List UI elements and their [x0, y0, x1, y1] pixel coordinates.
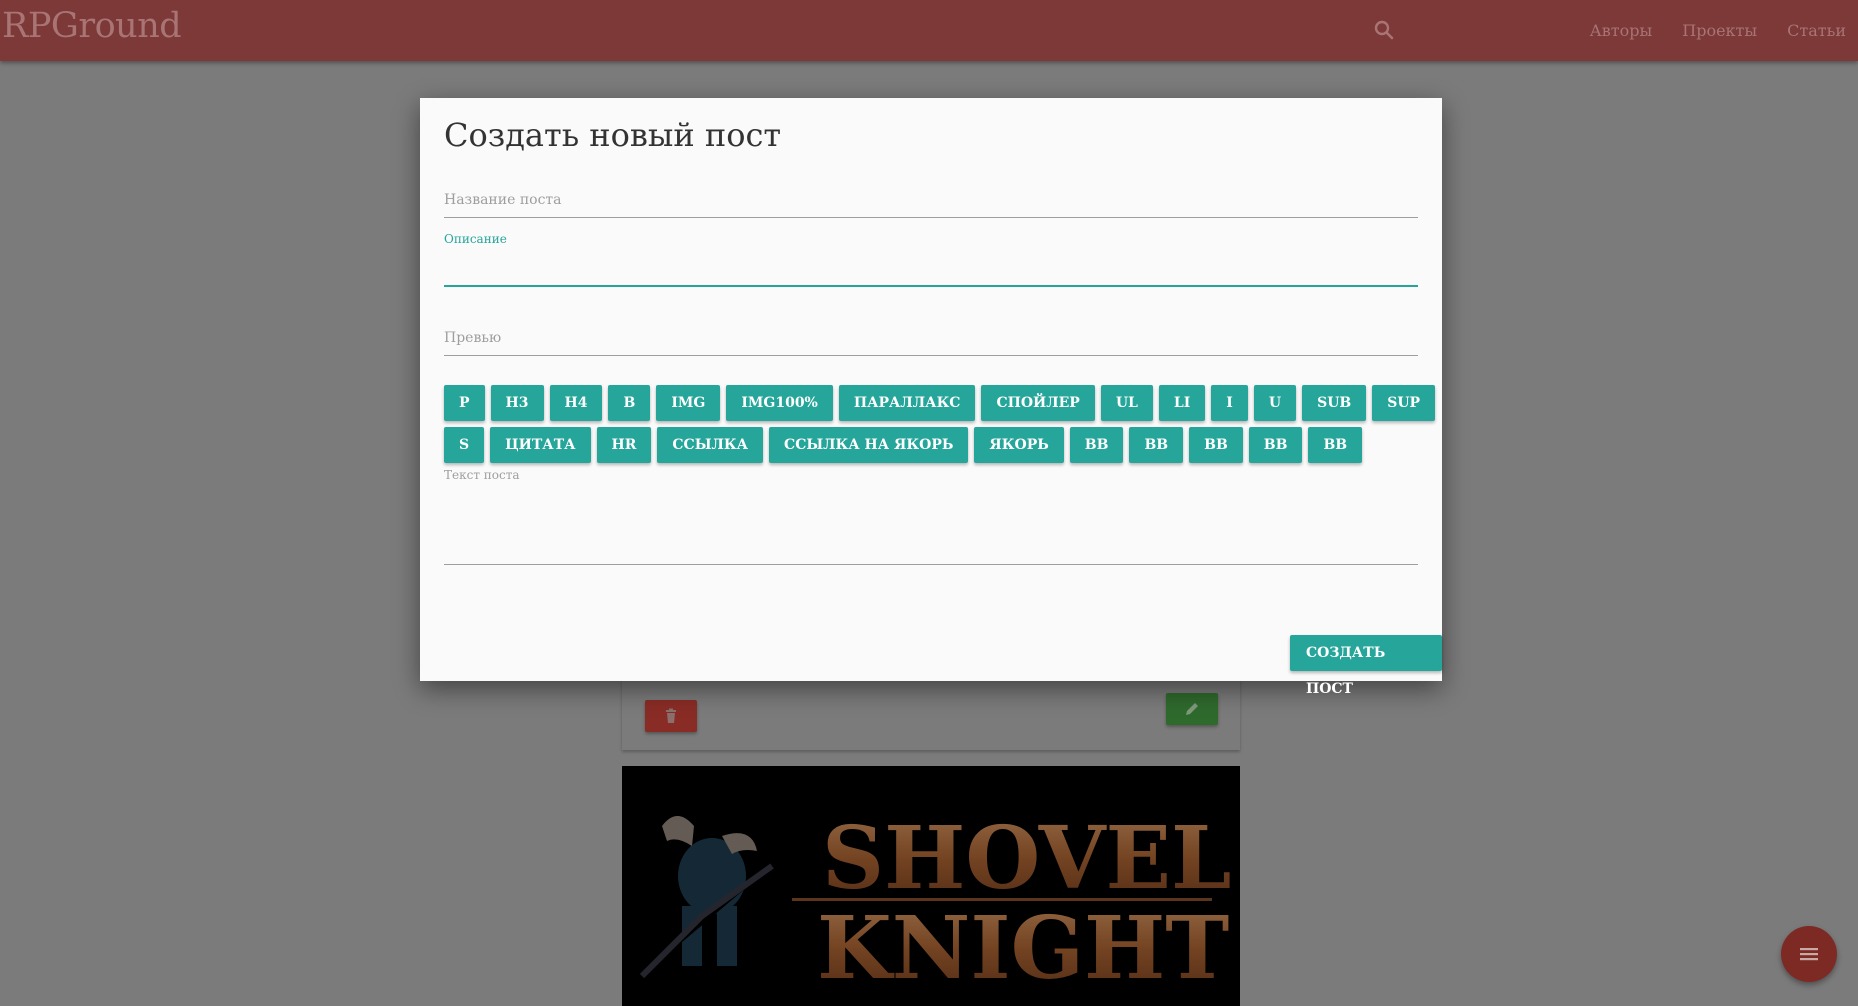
format-ul-button[interactable]: UL — [1100, 385, 1153, 421]
format-h4-button[interactable]: H4 — [549, 385, 603, 421]
format-bb-button[interactable]: BB — [1248, 427, 1303, 463]
format-spoiler-button[interactable]: СПОЙЛЕР — [981, 385, 1095, 421]
svg-text:SHOVEL: SHOVEL — [822, 808, 1232, 909]
search-icon[interactable] — [1372, 18, 1396, 42]
format-li-button[interactable]: LI — [1158, 385, 1206, 421]
format-bb-button[interactable]: BB — [1129, 427, 1184, 463]
shovel-knight-logo: SHOVEL KNIGHT — [622, 766, 1240, 1006]
preview-underline — [444, 355, 1418, 356]
toolbar-row-2: S ЦИТАТА HR ССЫЛКА ССЫЛКА НА ЯКОРЬ ЯКОРЬ… — [444, 427, 1424, 463]
format-anchor-link-button[interactable]: ССЫЛКА НА ЯКОРЬ — [769, 427, 969, 463]
post-title-underline — [444, 217, 1418, 218]
format-underline-button[interactable]: U — [1253, 385, 1297, 421]
nav-link-articles[interactable]: Статьи — [1787, 21, 1846, 40]
format-parallax-button[interactable]: ПАРАЛЛАКС — [838, 385, 976, 421]
format-hr-button[interactable]: HR — [596, 427, 652, 463]
post-cover-image[interactable]: SHOVEL KNIGHT — [622, 766, 1240, 1006]
post-body-label: Текст поста — [444, 468, 520, 482]
description-label: Описание — [444, 232, 507, 246]
format-bold-button[interactable]: B — [608, 385, 651, 421]
nav-link-projects[interactable]: Проекты — [1682, 21, 1757, 40]
create-post-modal: Создать новый пост Название поста Описан… — [420, 98, 1442, 697]
format-quote-button[interactable]: ЦИТАТА — [490, 427, 591, 463]
post-title-field[interactable]: Название поста — [444, 192, 1418, 218]
fab-menu-button[interactable] — [1781, 926, 1837, 982]
delete-post-button[interactable] — [645, 700, 697, 732]
format-strike-button[interactable]: S — [444, 427, 485, 463]
nav-link-authors[interactable]: Авторы — [1590, 21, 1653, 40]
pencil-icon — [1186, 703, 1198, 715]
preview-field[interactable]: Превью — [444, 330, 1418, 356]
post-title-label: Название поста — [444, 192, 562, 208]
format-anchor-button[interactable]: ЯКОРЬ — [974, 427, 1064, 463]
nav-links: Авторы Проекты Статьи — [1590, 0, 1858, 61]
create-post-button[interactable]: СОЗДАТЬ ПОСТ — [1290, 635, 1442, 697]
format-h3-button[interactable]: H3 — [490, 385, 544, 421]
trash-icon — [666, 708, 676, 723]
post-body-textarea[interactable] — [444, 564, 1418, 565]
edit-post-button[interactable] — [1166, 693, 1218, 725]
top-navbar: RPGround Авторы Проекты Статьи — [0, 0, 1858, 61]
menu-icon — [1800, 948, 1818, 961]
format-p-button[interactable]: P — [444, 385, 485, 421]
format-img-button[interactable]: IMG — [656, 385, 721, 421]
description-field[interactable]: Описание — [444, 232, 1418, 288]
preview-label: Превью — [444, 330, 502, 346]
format-img100-button[interactable]: IMG100% — [726, 385, 833, 421]
svg-text:KNIGHT: KNIGHT — [817, 898, 1229, 999]
format-bb-button[interactable]: BB — [1069, 427, 1124, 463]
toolbar-row-1: P H3 H4 B IMG IMG100% ПАРАЛЛАКС СПОЙЛЕР … — [444, 385, 1436, 421]
format-sub-button[interactable]: SUB — [1302, 385, 1367, 421]
format-bb-button[interactable]: BB — [1189, 427, 1243, 463]
format-sup-button[interactable]: SUP — [1372, 385, 1436, 421]
modal-title: Создать новый пост — [444, 116, 782, 154]
format-italic-button[interactable]: I — [1211, 385, 1248, 421]
description-underline — [444, 285, 1418, 287]
formatting-toolbar: P H3 H4 B IMG IMG100% ПАРАЛЛАКС СПОЙЛЕР … — [444, 385, 1436, 469]
format-bb-button[interactable]: BB — [1308, 427, 1363, 463]
brand-logo[interactable]: RPGround — [2, 6, 182, 46]
format-link-button[interactable]: ССЫЛКА — [657, 427, 764, 463]
